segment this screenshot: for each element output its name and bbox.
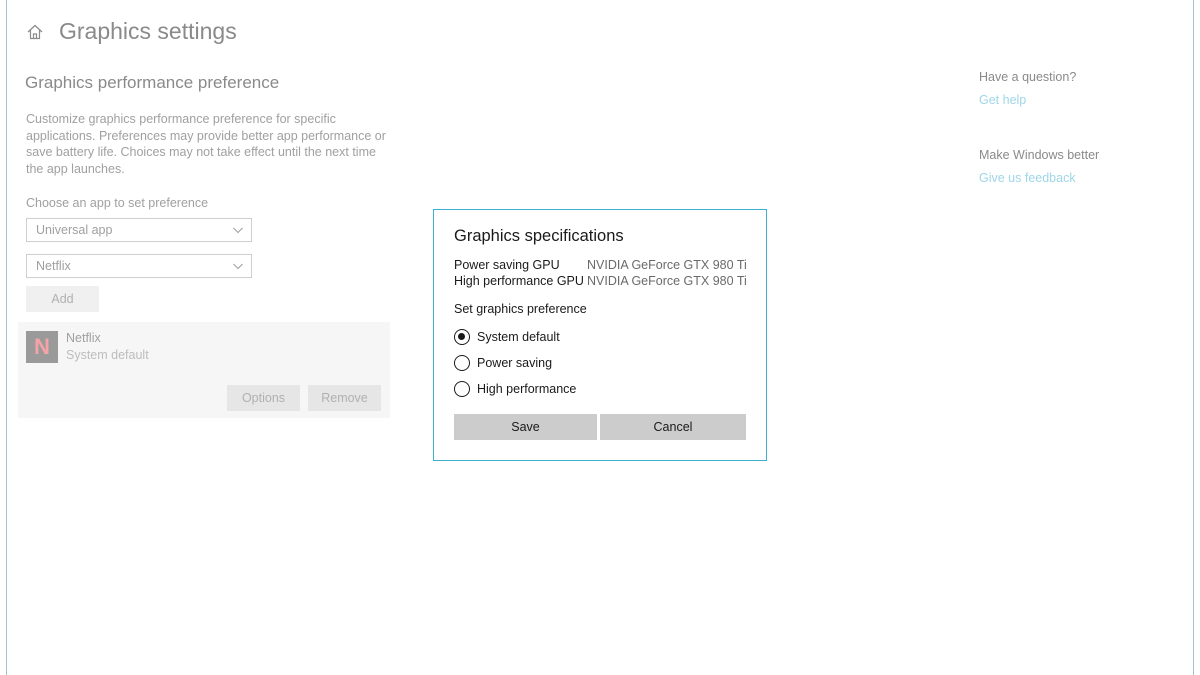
choose-app-label: Choose an app to set preference: [26, 196, 209, 210]
radio-label: Power saving: [477, 356, 553, 370]
app-type-dropdown-value: Universal app: [36, 223, 113, 237]
description-text: Customize graphics performance preferenc…: [26, 112, 386, 176]
netflix-app-icon: N: [26, 331, 58, 363]
save-button[interactable]: Save: [454, 414, 597, 440]
question-heading: Have a question?: [979, 70, 1077, 84]
feedback-link[interactable]: Give us feedback: [979, 171, 1076, 185]
app-dropdown[interactable]: Netflix: [26, 254, 252, 278]
spec-value: NVIDIA GeForce GTX 980 Ti: [587, 258, 747, 272]
spec-label: High performance GPU: [454, 274, 584, 288]
cancel-button[interactable]: Cancel: [600, 414, 746, 440]
radio-high-performance[interactable]: High performance: [454, 381, 576, 397]
preference-label: Set graphics preference: [454, 302, 587, 316]
radio-button[interactable]: [454, 381, 470, 397]
app-type-dropdown[interactable]: Universal app: [26, 218, 252, 242]
add-button[interactable]: Add: [26, 286, 99, 312]
get-help-link[interactable]: Get help: [979, 93, 1026, 107]
radio-button[interactable]: [454, 355, 470, 371]
dialog-title: Graphics specifications: [454, 227, 624, 245]
radio-label: High performance: [477, 382, 577, 396]
remove-button[interactable]: Remove: [308, 385, 381, 411]
spec-value: NVIDIA GeForce GTX 980 Ti: [587, 274, 747, 288]
radio-power-saving[interactable]: Power saving: [454, 355, 552, 371]
options-button[interactable]: Options: [227, 385, 300, 411]
app-preference: System default: [66, 348, 149, 362]
app-name: Netflix: [66, 331, 101, 345]
radio-label: System default: [477, 330, 560, 344]
improve-heading: Make Windows better: [979, 148, 1100, 162]
graphics-specifications-dialog: Graphics specifications Power saving GPU…: [433, 209, 767, 461]
spec-label: Power saving GPU: [454, 258, 560, 272]
chevron-down-icon: [233, 227, 243, 234]
page-title: Graphics settings: [59, 18, 237, 44]
section-title: Graphics performance preference: [25, 73, 280, 92]
page-header: Graphics settings: [25, 18, 237, 45]
chevron-down-icon: [233, 263, 243, 270]
app-dropdown-value: Netflix: [36, 259, 71, 273]
radio-system-default[interactable]: System default: [454, 329, 560, 345]
home-icon[interactable]: [25, 22, 45, 42]
app-list-item[interactable]: N Netflix System default Options Remove: [18, 322, 390, 418]
radio-button[interactable]: [454, 329, 470, 345]
